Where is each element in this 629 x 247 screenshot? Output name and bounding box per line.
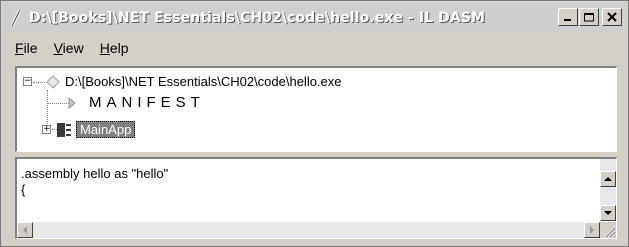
tree-item-root[interactable]: − D:\[Books]\NET Essentials\CH02\code\he… [23,74,342,89]
horizontal-scrollbar[interactable] [17,222,600,238]
disassembly-pane[interactable]: .assembly hello as "hello" { [15,157,617,239]
title-bar[interactable]: D:\[Books]\NET Essentials\CH02\code\hell… [3,3,626,33]
resize-grip-icon[interactable] [600,222,616,238]
arrow-up-icon [604,176,612,182]
tree-connector [47,103,69,104]
minimize-button[interactable] [558,8,578,26]
menu-help[interactable]: Help [100,40,129,56]
tree-item-mainapp[interactable]: + MainApp [42,121,136,138]
collapse-icon[interactable]: − [23,77,32,86]
scroll-down-button[interactable] [600,205,616,221]
diamond-icon [46,74,60,89]
menu-view[interactable]: View [54,40,84,56]
close-button[interactable] [602,8,622,26]
arrow-right-icon [589,226,595,234]
window-controls [557,8,622,26]
window-title: D:\[Books]\NET Essentials\CH02\code\hell… [29,10,486,26]
arrow-down-icon [604,210,612,216]
expand-icon[interactable]: + [42,125,51,134]
scroll-left-button[interactable] [17,222,33,238]
class-icon [56,122,72,138]
menu-file[interactable]: File [15,40,38,56]
code-line: .assembly hello as "hello" [21,166,169,181]
ildasm-window: D:\[Books]\NET Essentials\CH02\code\hell… [0,0,629,247]
tree-item-label: MainApp [76,121,136,138]
tree-item-manifest[interactable]: MANIFEST [67,94,205,111]
vertical-scrollbar[interactable] [600,159,616,221]
code-line: { [21,182,26,197]
tree-view[interactable]: − D:\[Books]\NET Essentials\CH02\code\he… [15,66,617,152]
tree-item-label: MANIFEST [89,94,205,111]
scroll-up-button[interactable] [600,171,616,187]
triangle-right-icon [67,96,77,110]
tree-item-label: D:\[Books]\NET Essentials\CH02\code\hell… [65,74,342,89]
menu-bar: File View Help [3,35,133,61]
maximize-button[interactable] [579,8,599,26]
arrow-left-icon [22,226,28,234]
scroll-right-button[interactable] [584,222,600,238]
pen-icon [7,7,25,29]
